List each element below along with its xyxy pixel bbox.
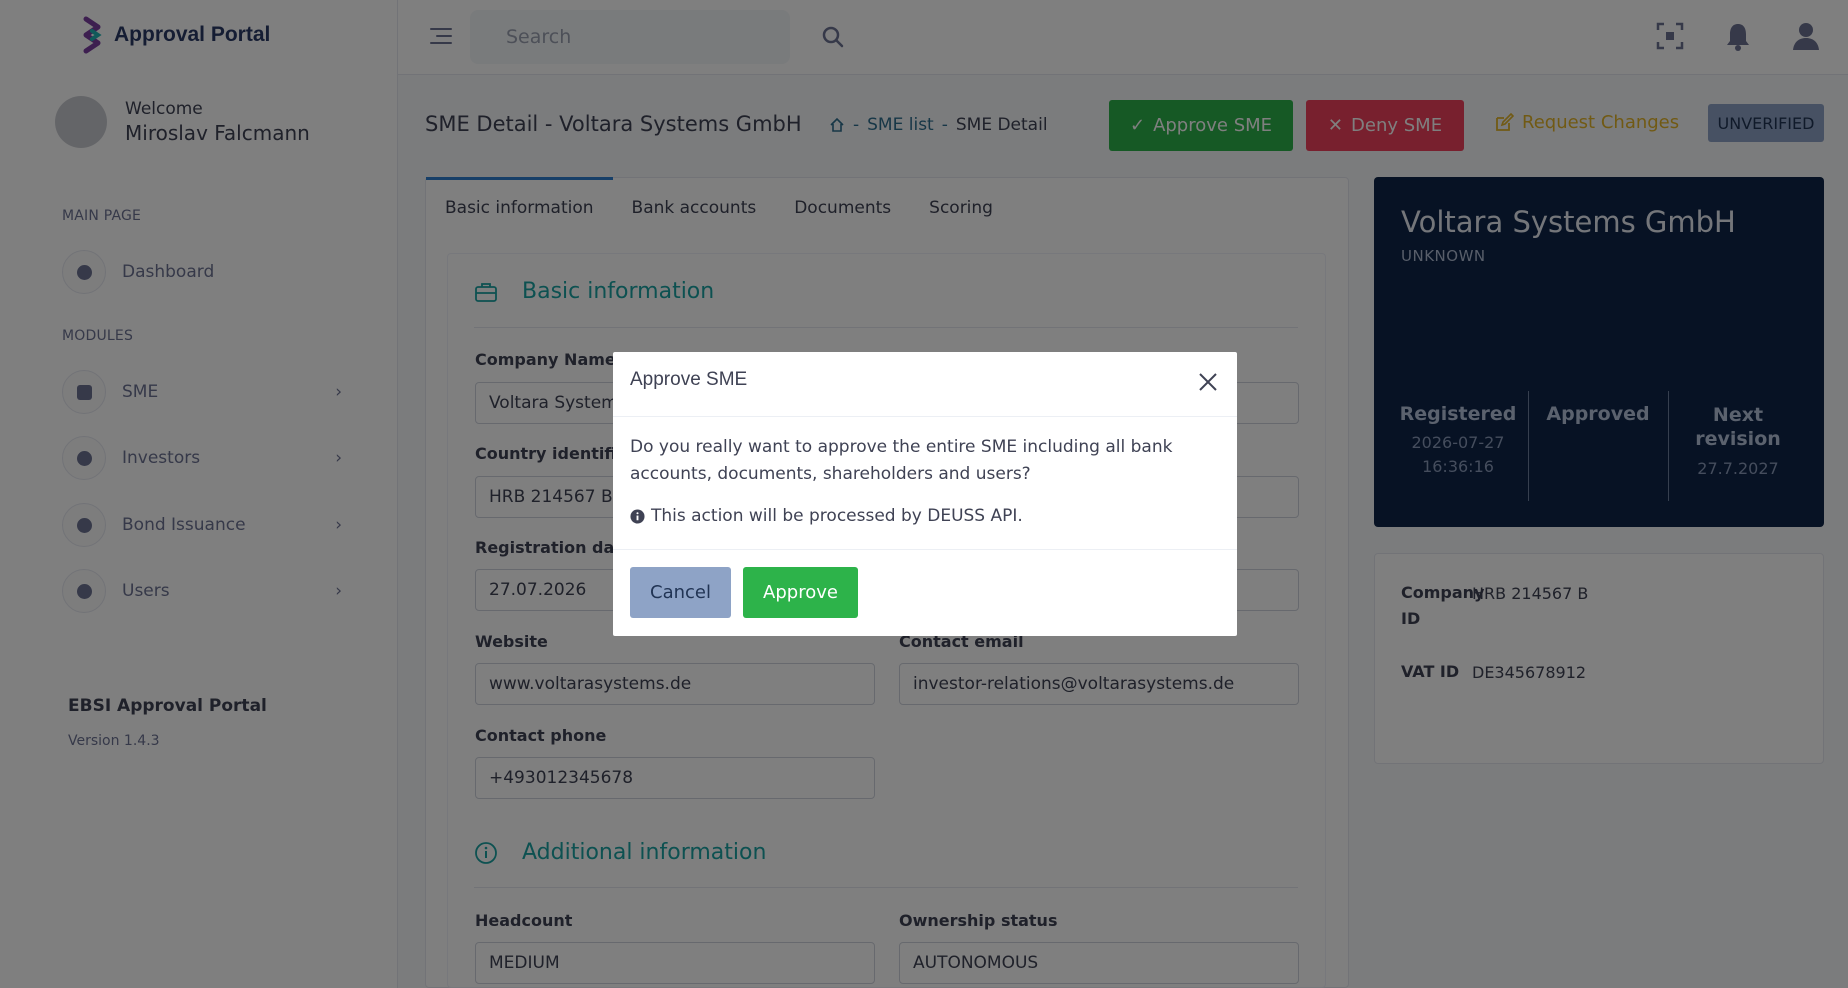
modal-divider bbox=[613, 549, 1237, 550]
modal-message: Do you really want to approve the entire… bbox=[630, 437, 1173, 484]
modal-note-text: This action will be processed by DEUSS A… bbox=[651, 506, 1023, 526]
close-icon[interactable] bbox=[1197, 371, 1219, 393]
approve-sme-modal: Approve SME Do you really want to approv… bbox=[613, 352, 1237, 636]
info-icon bbox=[630, 508, 645, 524]
modal-title: Approve SME bbox=[630, 369, 748, 390]
confirm-approve-button[interactable]: Approve bbox=[743, 567, 858, 618]
cancel-button[interactable]: Cancel bbox=[630, 567, 731, 618]
modal-note: This action will be processed by DEUSS A… bbox=[630, 506, 1023, 526]
modal-divider bbox=[613, 416, 1237, 417]
